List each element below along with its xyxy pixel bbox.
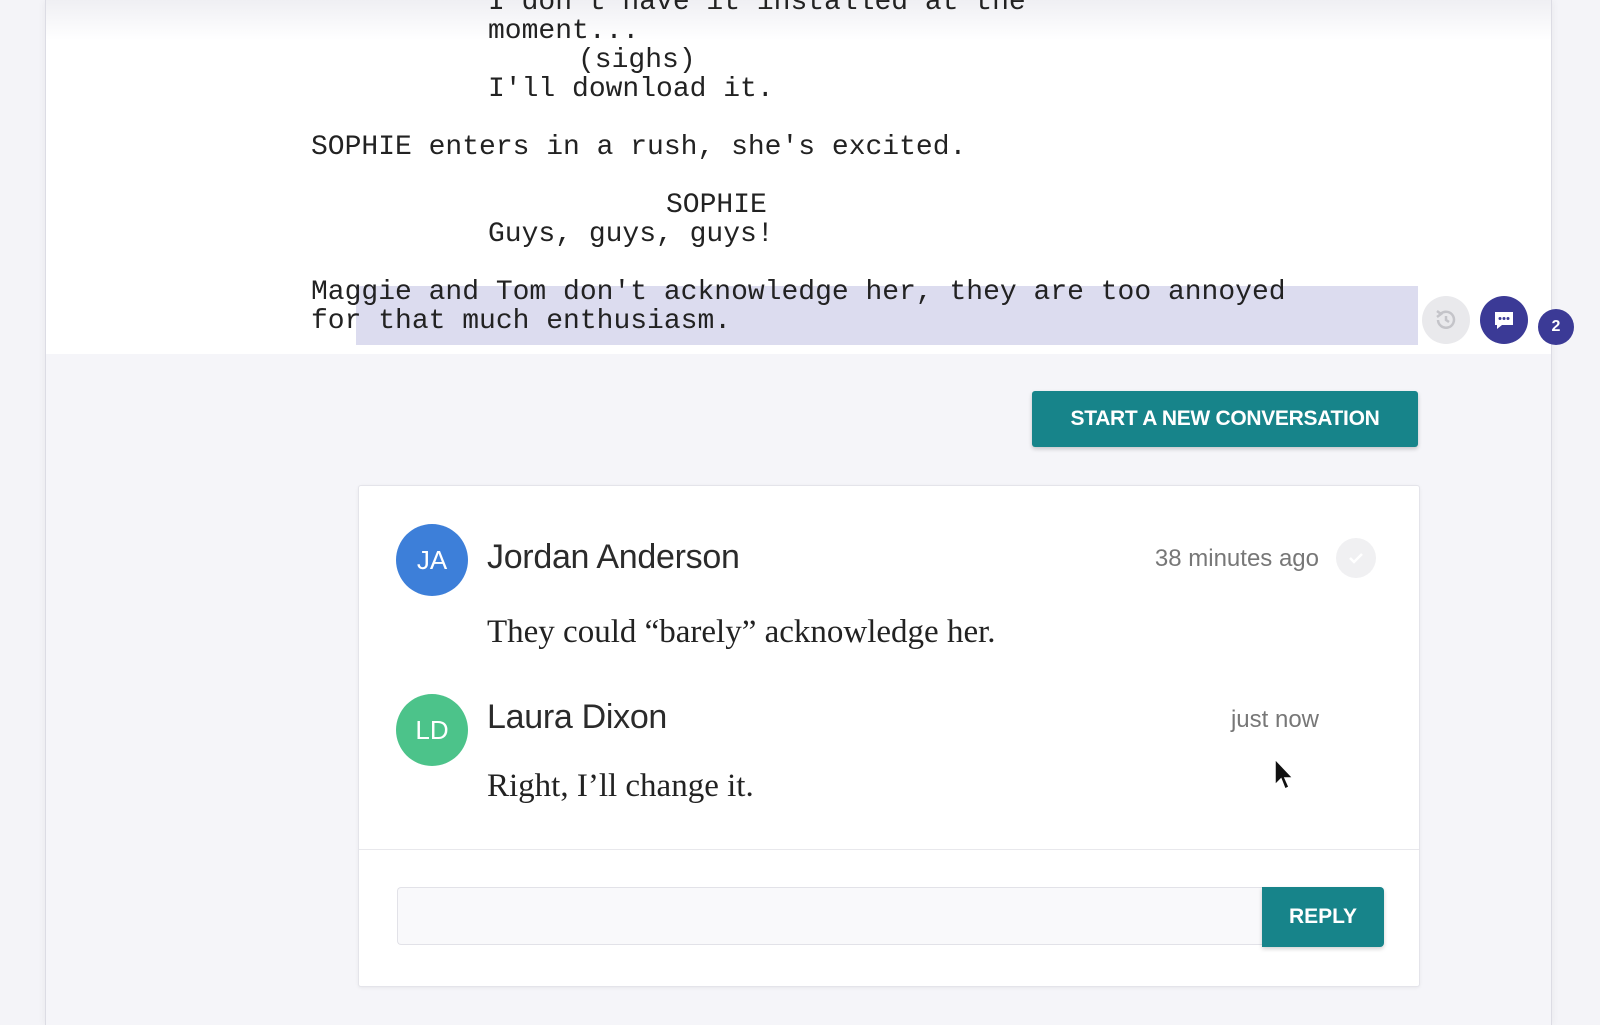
selected-action-line[interactable]: Maggie and Tom don't acknowledge her, th… (311, 278, 1286, 307)
action-line: SOPHIE enters in a rush, she's excited. (311, 132, 967, 163)
selected-action-line[interactable]: for that much enthusiasm. (311, 307, 731, 336)
dialogue-line: I don't have it installed at the (488, 0, 1026, 18)
comment-timestamp: just now (1230, 706, 1319, 733)
check-icon (1349, 553, 1363, 564)
reply-button[interactable]: REPLY (1262, 887, 1384, 947)
avatar: LD (396, 694, 468, 766)
dialogue-line: I'll download it. (488, 74, 774, 105)
script-page: I don't have it installed at the moment.… (45, 0, 1574, 1025)
comment-author: Laura Dixon (487, 698, 668, 736)
history-icon (1436, 310, 1456, 329)
conversation-card: JA Jordan Anderson 38 minutes ago They c… (358, 485, 1420, 987)
comment-author: Jordan Anderson (487, 538, 740, 576)
resolve-button[interactable] (1336, 538, 1376, 578)
screenplay-content: I don't have it installed at the moment.… (46, 0, 1551, 354)
start-new-conversation-button[interactable]: START A NEW CONVERSATION (1032, 391, 1418, 447)
character-name: SOPHIE (666, 190, 767, 221)
divider (359, 849, 1419, 850)
history-button[interactable] (1422, 296, 1470, 344)
dialogue-line: Guys, guys, guys! (488, 219, 774, 250)
comment-icon (1495, 312, 1513, 329)
avatar: JA (396, 524, 468, 596)
reply-input[interactable] (397, 887, 1263, 945)
parenthetical-line: (sighs) (578, 45, 696, 76)
dialogue-line: moment... (488, 16, 640, 47)
comment-text: Right, I’ll change it. (487, 768, 754, 804)
comment-timestamp: 38 minutes ago (1154, 545, 1319, 572)
comment-count-badge: 2 (1538, 309, 1574, 345)
mouse-cursor-icon (1274, 757, 1295, 791)
comments-button[interactable] (1480, 296, 1528, 344)
comment-text: They could “barely” acknowledge her. (487, 614, 996, 650)
